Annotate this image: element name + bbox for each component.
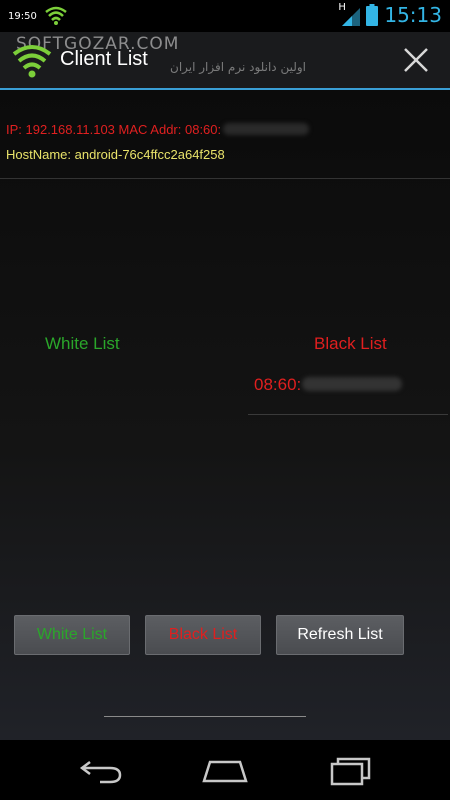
info-divider xyxy=(0,178,450,179)
clock: 15:13 xyxy=(384,3,442,27)
status-bar: 19:50 H 15:13 xyxy=(0,0,450,32)
main-content: IP: 192.168.11.103 MAC Addr: 08:60: Host… xyxy=(0,90,450,740)
refresh-list-button[interactable]: Refresh List xyxy=(276,615,404,655)
page-title: Client List xyxy=(60,48,148,70)
client-ip-mac-text: IP: 192.168.11.103 MAC Addr: 08:60: xyxy=(6,122,222,137)
black-list-heading: Black List xyxy=(314,334,387,353)
white-list-button[interactable]: White List xyxy=(14,615,130,655)
battery-icon xyxy=(366,4,379,26)
network-type-label: H xyxy=(338,2,346,13)
blurred-mac xyxy=(223,123,310,135)
client-ip-mac: IP: 192.168.11.103 MAC Addr: 08:60: xyxy=(6,122,310,137)
white-list-heading: White List xyxy=(45,334,120,353)
client-hostname: HostName: android-76c4ffcc2a64f258 xyxy=(6,147,225,162)
navigation-bar xyxy=(0,740,450,800)
signal-icon: H xyxy=(338,2,361,26)
bottom-divider xyxy=(104,716,306,717)
close-icon[interactable] xyxy=(400,44,432,76)
recent-apps-icon[interactable] xyxy=(326,754,376,786)
action-bar: SOFTGOZAR.COM اولین دانلود نرم افزار ایر… xyxy=(0,32,450,90)
home-icon[interactable] xyxy=(200,754,250,786)
status-right: H 15:13 xyxy=(338,2,442,27)
black-list-button[interactable]: Black List xyxy=(145,615,261,655)
watermark-subtext: اولین دانلود نرم افزار ایران xyxy=(170,60,306,74)
wifi-notification-icon xyxy=(45,6,67,25)
black-list-item[interactable]: 08:60: xyxy=(254,375,403,395)
notification-time: 19:50 xyxy=(8,10,37,22)
back-icon[interactable] xyxy=(76,754,126,786)
blurred-mac xyxy=(302,377,403,391)
black-list-item-mac: 08:60: xyxy=(254,375,302,394)
wifi-app-icon[interactable] xyxy=(12,40,52,80)
black-list-divider xyxy=(248,414,448,415)
status-left: 19:50 xyxy=(8,6,67,26)
